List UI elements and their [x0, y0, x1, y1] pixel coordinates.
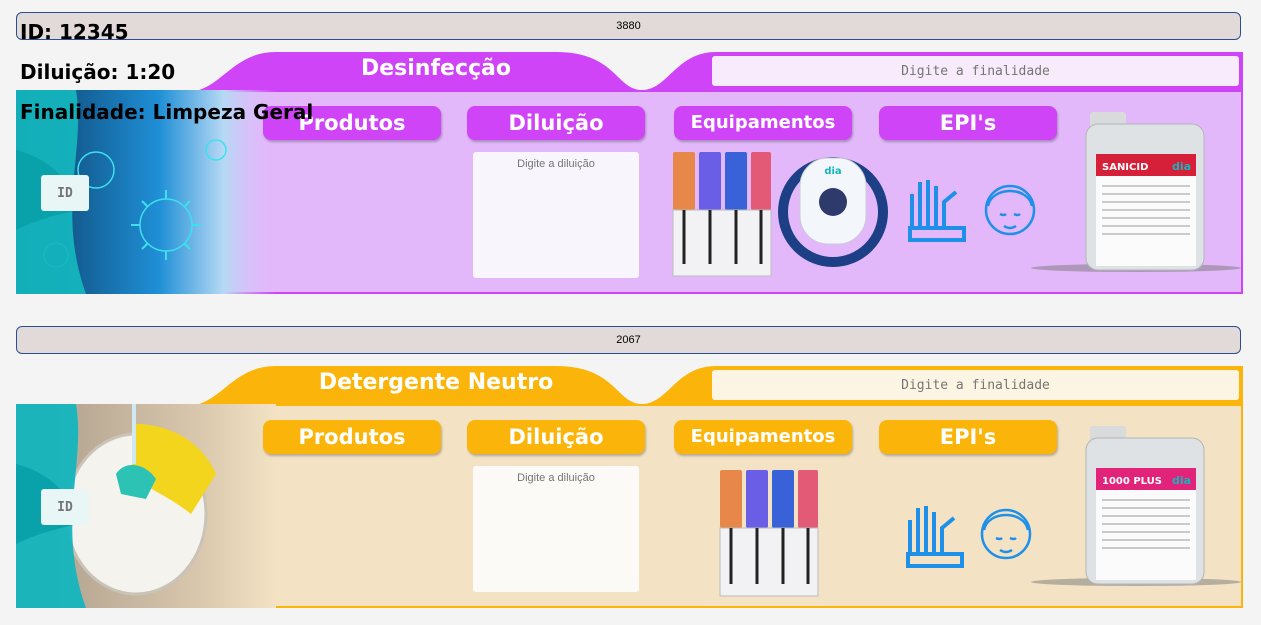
diluicao-input[interactable] [473, 152, 639, 278]
brand-logo: dia [824, 166, 841, 177]
diluicao-overlay-text: Diluição: 1:20 [20, 60, 176, 84]
product-name: 1000 PLUS [1102, 476, 1162, 487]
product-bottle-sanicid: SANICID dia [1031, 112, 1241, 272]
brand-logo: dia [1172, 160, 1191, 173]
product-name: SANICID [1102, 162, 1148, 173]
label-card-detergente-neutro: Detergente Neutro Produtos Diluição Equi… [16, 366, 1243, 612]
finalidade-overlay-text: Finalidade: Limpeza Geral [20, 100, 314, 124]
product-bottle-1000-plus: 1000 PLUS dia [1031, 426, 1241, 586]
gloves-icon [908, 180, 966, 242]
hose-reel-icon: dia [778, 157, 888, 267]
dispenser-icon [719, 470, 819, 597]
id-input[interactable] [41, 489, 89, 525]
product-code-bar: 2067 [16, 326, 1241, 354]
id-overlay-text: ID: 12345 [20, 20, 129, 44]
finalidade-input[interactable] [712, 370, 1239, 400]
label-title: Detergente Neutro [318, 370, 554, 395]
header-produtos: Produtos [263, 420, 441, 454]
finalidade-input[interactable] [712, 56, 1239, 86]
header-equipamentos: Equipamentos [674, 106, 852, 140]
product-code: 3880 [616, 20, 641, 32]
product-code-bar: 3880 [16, 12, 1241, 40]
gloves-icon [906, 506, 964, 568]
header-equipamentos: Equipamentos [674, 420, 852, 454]
brand-logo: dia [1172, 474, 1191, 487]
header-diluicao: Diluição [467, 420, 645, 454]
id-input[interactable] [41, 175, 89, 211]
label-title: Desinfecção [360, 56, 511, 81]
header-diluicao: Diluição [467, 106, 645, 140]
product-code: 2067 [616, 334, 641, 346]
diluicao-input[interactable] [473, 466, 639, 592]
dispenser-icon [672, 152, 772, 277]
label-card-desinfeccao: Desinfecção Digite a finalidade ID Produ… [16, 52, 1243, 298]
